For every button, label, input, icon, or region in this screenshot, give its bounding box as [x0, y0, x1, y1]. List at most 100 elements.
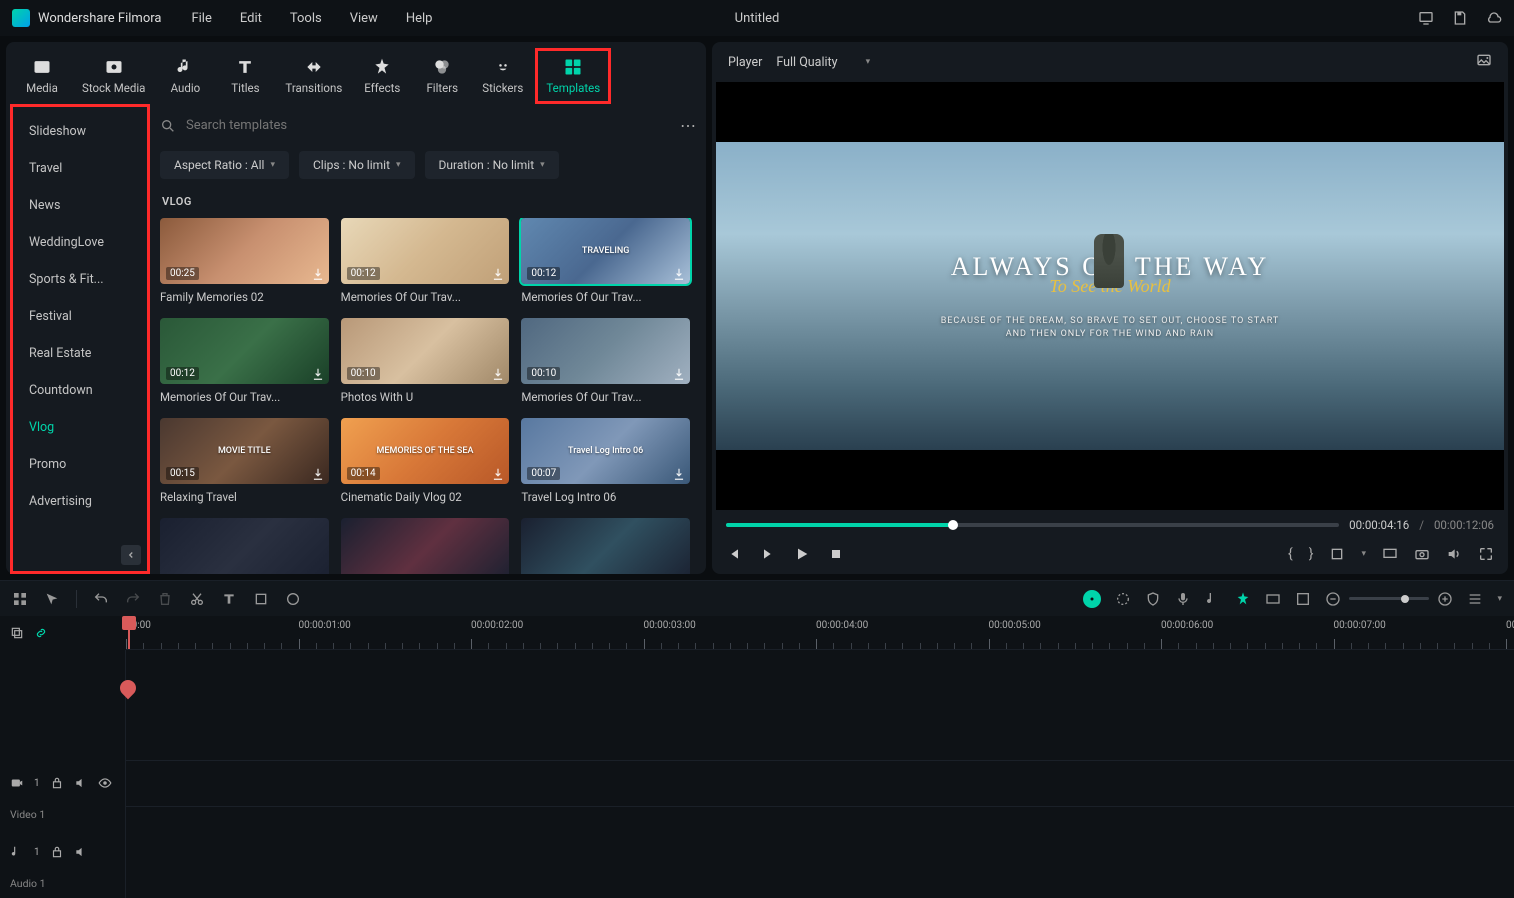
zoom-out-icon[interactable]	[1325, 591, 1341, 607]
template-tile[interactable]: Travel Log Intro 0600:07Travel Log Intro…	[521, 418, 690, 504]
tab-titles[interactable]: Titles	[217, 48, 273, 104]
display-mode-icon[interactable]	[1382, 546, 1398, 562]
aspect-icon[interactable]	[1265, 591, 1281, 607]
delete-icon[interactable]	[157, 591, 173, 607]
quality-dropdown[interactable]: Full Quality▾	[776, 55, 870, 70]
video-preview[interactable]: ALWAYS ON THE WAY To See the World BECAU…	[716, 82, 1504, 510]
audio-track-icon[interactable]	[10, 845, 24, 859]
overlay-caption: BECAUSE OF THE DREAM, SO BRAVE TO SET OU…	[941, 315, 1280, 340]
sidebar-item-festival[interactable]: Festival	[13, 298, 147, 335]
save-icon[interactable]	[1452, 10, 1468, 26]
mute-icon[interactable]	[74, 845, 88, 859]
asset-panel: Media Stock Media Audio Titles Transitio…	[6, 42, 706, 574]
cloud-icon[interactable]	[1486, 10, 1502, 26]
crop-tool-icon[interactable]	[253, 591, 269, 607]
color-icon[interactable]	[285, 591, 301, 607]
volume-icon[interactable]	[1446, 546, 1462, 562]
shield-icon[interactable]	[1145, 591, 1161, 607]
template-tile[interactable]	[341, 518, 510, 574]
template-tile[interactable]: 00:12Memories Of Our Trav...	[160, 318, 329, 404]
stop-button[interactable]	[828, 546, 844, 562]
sidebar-item-sports[interactable]: Sports & Fit...	[13, 261, 147, 298]
tab-audio[interactable]: Audio	[157, 48, 213, 104]
template-tile[interactable]	[160, 518, 329, 574]
tab-effects[interactable]: Effects	[354, 48, 410, 104]
filter-aspect-ratio[interactable]: Aspect Ratio : All▾	[160, 151, 289, 179]
display-icon[interactable]	[1418, 10, 1434, 26]
marker-in-icon[interactable]: {	[1288, 546, 1293, 562]
menu-tools[interactable]: Tools	[290, 11, 322, 26]
selection-tool-icon[interactable]	[44, 591, 60, 607]
tab-stock-media[interactable]: Stock Media	[74, 48, 153, 104]
list-view-icon[interactable]	[1467, 591, 1483, 607]
auto-cut-icon[interactable]	[1235, 591, 1251, 607]
tab-stickers[interactable]: Stickers	[474, 48, 531, 104]
camera-track-icon[interactable]	[10, 776, 24, 790]
filter-clips[interactable]: Clips : No limit▾	[299, 151, 415, 179]
sidebar-collapse-button[interactable]	[121, 545, 141, 565]
tab-templates[interactable]: Templates	[535, 48, 611, 104]
crop-icon[interactable]	[1329, 546, 1345, 562]
sidebar-item-news[interactable]: News	[13, 187, 147, 224]
sidebar-item-travel[interactable]: Travel	[13, 150, 147, 187]
template-tile[interactable]: MEMORIES OF THE SEA00:14Cinematic Daily …	[341, 418, 510, 504]
camera-icon[interactable]	[1414, 546, 1430, 562]
progress-bar[interactable]	[726, 523, 1339, 527]
timeline-tracks[interactable]	[126, 650, 1514, 898]
next-frame-button[interactable]	[760, 546, 776, 562]
tab-transitions[interactable]: Transitions	[277, 48, 350, 104]
category-sidebar: Slideshow Travel News WeddingLove Sports…	[10, 104, 150, 574]
mic-icon[interactable]	[1175, 591, 1191, 607]
grid-icon[interactable]	[12, 591, 28, 607]
prev-frame-button[interactable]	[726, 546, 742, 562]
music-icon[interactable]	[1205, 591, 1221, 607]
play-button[interactable]	[794, 546, 810, 562]
more-options-button[interactable]: ⋯	[680, 116, 696, 135]
text-tool-icon[interactable]	[221, 591, 237, 607]
speed-icon[interactable]	[1115, 591, 1131, 607]
template-tile[interactable]: TRAVELING00:12Memories Of Our Trav...	[521, 218, 690, 304]
template-tile[interactable]: 00:10Photos With U	[341, 318, 510, 404]
ai-tool-icon[interactable]	[1083, 590, 1101, 608]
template-tile[interactable]: 00:12Memories Of Our Trav...	[341, 218, 510, 304]
tab-media[interactable]: Media	[14, 48, 70, 104]
frame-icon[interactable]	[1295, 591, 1311, 607]
cut-icon[interactable]	[189, 591, 205, 607]
tile-label: Relaxing Travel	[160, 490, 329, 504]
sidebar-item-countdown[interactable]: Countdown	[13, 372, 147, 409]
tab-filters[interactable]: Filters	[414, 48, 470, 104]
timeline-toolbar: ▾	[0, 580, 1514, 616]
menu-edit[interactable]: Edit	[240, 11, 262, 26]
template-tile[interactable]	[521, 518, 690, 574]
marker-out-icon[interactable]: }	[1309, 546, 1314, 562]
fullscreen-icon[interactable]	[1478, 546, 1494, 562]
zoom-in-icon[interactable]	[1437, 591, 1453, 607]
lock-icon[interactable]	[50, 776, 64, 790]
menu-file[interactable]: File	[191, 11, 211, 26]
sidebar-item-promo[interactable]: Promo	[13, 446, 147, 483]
audio-track-label: Audio 1	[0, 875, 125, 898]
tile-label: Memories Of Our Trav...	[521, 390, 690, 404]
search-input[interactable]	[186, 118, 672, 133]
template-tile[interactable]: 00:10Memories Of Our Trav...	[521, 318, 690, 404]
sidebar-item-realestate[interactable]: Real Estate	[13, 335, 147, 372]
menu-view[interactable]: View	[350, 11, 378, 26]
snapshot-icon[interactable]	[1476, 52, 1492, 68]
eye-icon[interactable]	[98, 776, 112, 790]
lock-icon[interactable]	[50, 845, 64, 859]
sidebar-item-vlog[interactable]: Vlog	[13, 409, 147, 446]
template-tile[interactable]: 00:25Family Memories 02	[160, 218, 329, 304]
template-tile[interactable]: MOVIE TITLE00:15Relaxing Travel	[160, 418, 329, 504]
track-overlay-icon[interactable]	[10, 626, 24, 640]
sidebar-item-weddinglove[interactable]: WeddingLove	[13, 224, 147, 261]
menu-help[interactable]: Help	[406, 11, 433, 26]
redo-icon[interactable]	[125, 591, 141, 607]
timeline-ruler[interactable]: 00:0000:00:01:0000:00:02:0000:00:03:0000…	[126, 616, 1514, 650]
sidebar-item-slideshow[interactable]: Slideshow	[13, 113, 147, 150]
mute-icon[interactable]	[74, 776, 88, 790]
filter-duration[interactable]: Duration : No limit▾	[425, 151, 559, 179]
sidebar-item-advertising[interactable]: Advertising	[13, 483, 147, 520]
zoom-slider[interactable]	[1349, 597, 1429, 600]
link-icon[interactable]	[34, 626, 48, 640]
undo-icon[interactable]	[93, 591, 109, 607]
